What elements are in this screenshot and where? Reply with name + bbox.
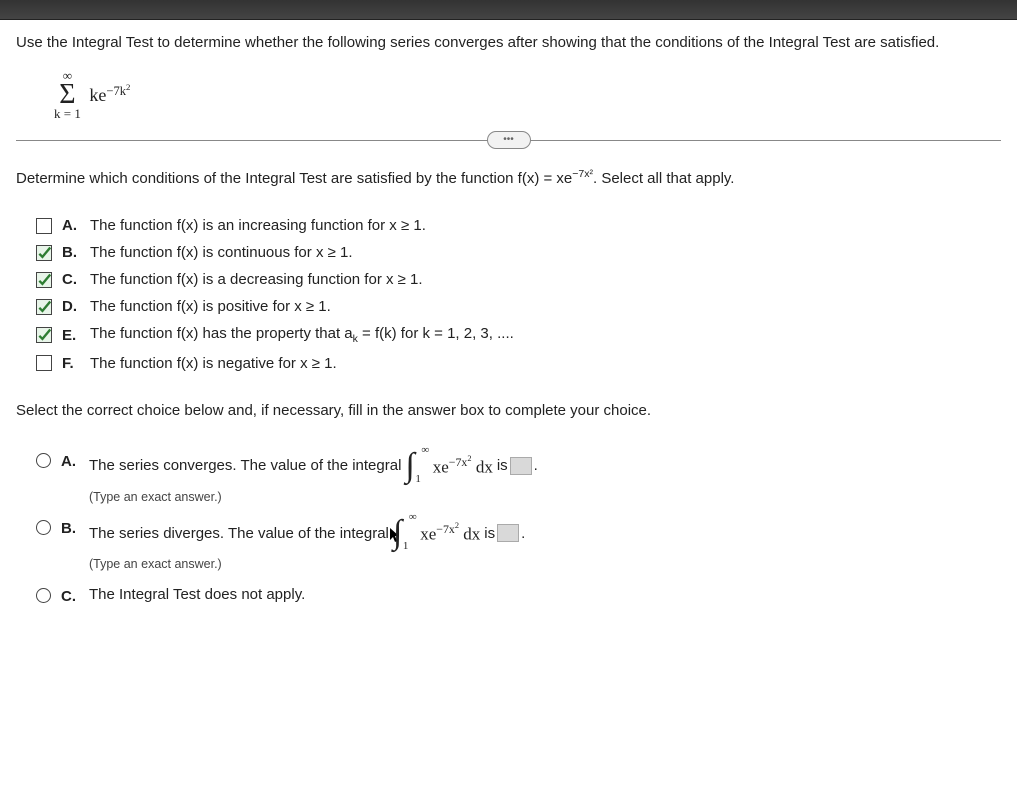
- integral-expression: ∞∫1 xe−7x2 dx: [405, 449, 492, 483]
- series-formula: ∞ Σ k = 1 ke−7k2: [16, 61, 1001, 130]
- radio-options: A. The series converges. The value of the…: [16, 435, 1001, 607]
- integral-upper: ∞: [409, 512, 417, 523]
- sq1-exp: −7x²: [572, 168, 593, 180]
- sigma-notation: ∞ Σ k = 1: [54, 69, 81, 120]
- answer-hint: (Type an exact answer.): [89, 556, 1001, 574]
- option-letter: F.: [62, 353, 80, 374]
- integral-lower: 1: [403, 541, 409, 552]
- integral-lower: 1: [415, 474, 421, 485]
- option-body: The Integral Test does not apply.: [89, 584, 1001, 605]
- checkbox-option-C: C. The function f(x) is a decreasing func…: [36, 269, 1001, 290]
- option-text: The function f(x) is a decreasing functi…: [90, 269, 423, 290]
- option-letter: B.: [61, 516, 79, 539]
- radio-option-B: B. The series diverges. The value of the …: [36, 516, 1001, 574]
- option-letter: A.: [62, 215, 80, 236]
- option-text-post: is: [497, 455, 508, 476]
- option-letter: E.: [62, 325, 80, 346]
- checkbox-A[interactable]: [36, 218, 52, 234]
- option-letter: B.: [62, 242, 80, 263]
- option-letter: A.: [61, 449, 79, 472]
- radio-B[interactable]: [36, 520, 51, 535]
- sigma-lower: k = 1: [54, 107, 81, 120]
- period: .: [534, 455, 538, 476]
- subquestion-1-prompt: Determine which conditions of the Integr…: [16, 167, 1001, 189]
- checkbox-option-F: F. The function f(x) is negative for x ≥ …: [36, 353, 1001, 374]
- integral-sign: ∞∫1: [393, 516, 402, 550]
- checkbox-F[interactable]: [36, 355, 52, 371]
- integral-expression: ∞∫1 xe−7x2 dx: [393, 516, 480, 550]
- checkbox-D[interactable]: [36, 299, 52, 315]
- radio-option-C: C. The Integral Test does not apply.: [36, 584, 1001, 607]
- sq1-pre: Determine which conditions of the Integr…: [16, 170, 572, 187]
- option-text-pre: The series converges. The value of the i…: [89, 455, 401, 476]
- option-letter: D.: [62, 296, 80, 317]
- checkbox-option-D: D. The function f(x) is positive for x ≥ …: [36, 296, 1001, 317]
- integrand: xe−7x2 dx: [420, 520, 480, 546]
- option-body: The series converges. The value of the i…: [89, 449, 1001, 507]
- checkbox-C[interactable]: [36, 272, 52, 288]
- top-bar: [0, 0, 1017, 20]
- checkbox-option-B: B. The function f(x) is continuous for x …: [36, 242, 1001, 263]
- option-letter: C.: [61, 584, 79, 607]
- radio-A[interactable]: [36, 453, 51, 468]
- answer-input[interactable]: [497, 524, 519, 542]
- sq2-text: Select the correct choice below and, if …: [16, 402, 651, 419]
- integral-sign: ∞∫1: [405, 449, 414, 483]
- period: .: [521, 523, 525, 544]
- option-text: The function f(x) is continuous for x ≥ …: [90, 242, 353, 263]
- question-content: Use the Integral Test to determine wheth…: [0, 20, 1017, 637]
- checkbox-options: A. The function f(x) is an increasing fun…: [16, 203, 1001, 392]
- option-text: The function f(x) is negative for x ≥ 1.: [90, 353, 337, 374]
- radio-C[interactable]: [36, 588, 51, 603]
- checkbox-option-E: E. The function f(x) has the property tha…: [36, 323, 1001, 347]
- option-text-pre: The series diverges. The value of the in…: [89, 523, 389, 544]
- option-text: The function f(x) has the property that …: [90, 323, 514, 347]
- checkbox-E[interactable]: [36, 327, 52, 343]
- answer-hint: (Type an exact answer.): [89, 489, 1001, 507]
- expand-button[interactable]: •••: [487, 131, 531, 149]
- option-letter: C.: [62, 269, 80, 290]
- question-prompt: Use the Integral Test to determine wheth…: [16, 32, 1001, 53]
- option-text: The function f(x) is positive for x ≥ 1.: [90, 296, 331, 317]
- integral-upper: ∞: [421, 445, 429, 456]
- sq1-post: . Select all that apply.: [593, 170, 734, 187]
- integrand: xe−7x2 dx: [433, 453, 493, 479]
- sigma-symbol: Σ: [54, 82, 81, 107]
- section-divider: •••: [16, 140, 1001, 141]
- prompt-text: Use the Integral Test to determine wheth…: [16, 34, 939, 51]
- checkbox-B[interactable]: [36, 245, 52, 261]
- answer-input[interactable]: [510, 457, 532, 475]
- checkbox-option-A: A. The function f(x) is an increasing fun…: [36, 215, 1001, 236]
- option-text-post: is: [484, 523, 495, 544]
- option-text: The function f(x) is an increasing funct…: [90, 215, 426, 236]
- subquestion-2-prompt: Select the correct choice below and, if …: [16, 400, 1001, 421]
- series-term: ke−7k2: [89, 80, 130, 108]
- option-body: The series diverges. The value of the in…: [89, 516, 1001, 574]
- radio-option-A: A. The series converges. The value of the…: [36, 449, 1001, 507]
